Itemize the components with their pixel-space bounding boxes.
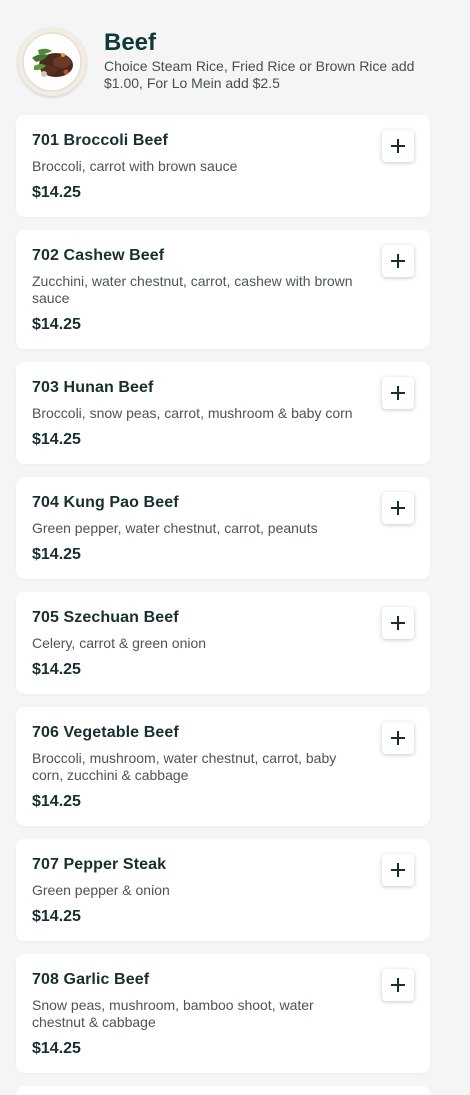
add-item-button[interactable] [382,245,414,277]
menu-item-description: Broccoli, carrot with brown sauce [32,158,238,174]
category-header: Beef Choice Steam Rice, Fried Rice or Br… [0,0,470,110]
beef-dish-photo [18,28,86,96]
add-item-button[interactable] [382,722,414,754]
add-item-button[interactable] [382,969,414,1001]
menu-item-price: $14.25 [32,661,81,678]
menu-item-name: 702 Cashew Beef [32,247,165,264]
menu-item-card[interactable]: 705 Szechuan Beef Celery, carrot & green… [16,592,430,694]
menu-item-card[interactable]: 702 Cashew Beef Zucchini, water chestnut… [16,230,430,349]
add-item-button[interactable] [382,607,414,639]
menu-item-price: $14.25 [32,316,81,333]
menu-item-card-partial[interactable] [16,1086,430,1095]
menu-item-name: 708 Garlic Beef [32,971,150,988]
menu-item-description: Celery, carrot & green onion [32,635,207,651]
menu-item-name: 704 Kung Pao Beef [32,494,179,511]
menu-item-description: Snow peas, mushroom, bamboo shoot, water… [32,997,314,1030]
add-item-button[interactable] [382,377,414,409]
menu-item-name: 706 Vegetable Beef [32,724,179,741]
category-image [18,28,86,96]
plus-icon [391,978,405,992]
add-item-button[interactable] [382,130,414,162]
menu-item-price: $14.25 [32,184,81,201]
plus-icon [391,386,405,400]
category-title: Beef [104,29,157,56]
plus-icon [391,863,405,877]
plus-icon [391,616,405,630]
menu-item-card[interactable]: 706 Vegetable Beef Broccoli, mushroom, w… [16,707,430,826]
menu-item-price: $14.25 [32,546,81,563]
menu-item-description: Broccoli, snow peas, carrot, mushroom & … [32,405,353,421]
menu-page: Beef Choice Steam Rice, Fried Rice or Br… [0,0,470,1095]
plus-icon [391,139,405,153]
menu-item-name: 707 Pepper Steak [32,856,167,873]
plus-icon [391,254,405,268]
menu-item-card[interactable]: 701 Broccoli Beef Broccoli, carrot with … [16,115,430,217]
menu-item-card[interactable]: 703 Hunan Beef Broccoli, snow peas, carr… [16,362,430,464]
plus-icon [391,731,405,745]
menu-item-description: Green pepper & onion [32,882,170,898]
menu-item-name: 701 Broccoli Beef [32,132,168,149]
add-item-button[interactable] [382,492,414,524]
menu-item-price: $14.25 [32,908,81,925]
menu-item-card[interactable]: 704 Kung Pao Beef Green pepper, water ch… [16,477,430,579]
menu-item-price: $14.25 [32,1040,81,1057]
menu-item-card[interactable]: 707 Pepper Steak Green pepper & onion $1… [16,839,430,941]
menu-item-name: 703 Hunan Beef [32,379,154,396]
menu-item-description: Green pepper, water chestnut, carrot, pe… [32,520,318,536]
menu-item-price: $14.25 [32,431,81,448]
menu-item-description: Zucchini, water chestnut, carrot, cashew… [32,273,353,306]
menu-item-price: $14.25 [32,793,81,810]
menu-item-card[interactable]: 708 Garlic Beef Snow peas, mushroom, bam… [16,954,430,1073]
add-item-button[interactable] [382,854,414,886]
menu-item-description: Broccoli, mushroom, water chestnut, carr… [32,750,337,783]
plus-icon [391,501,405,515]
category-description: Choice Steam Rice, Fried Rice or Brown R… [104,58,415,91]
menu-item-name: 705 Szechuan Beef [32,609,179,626]
